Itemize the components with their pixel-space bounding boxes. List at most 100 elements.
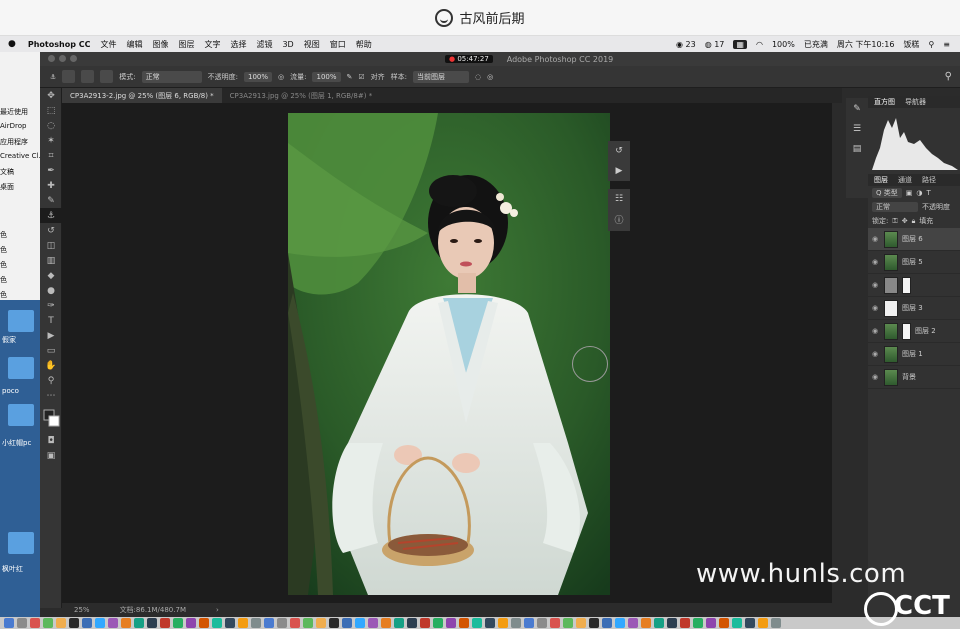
monitor-icon[interactable]: ▦ [733, 39, 747, 49]
dock-app-icon[interactable] [641, 618, 651, 628]
dock-app-icon[interactable] [329, 618, 339, 628]
adjustments-panel-icon[interactable]: ☰ [853, 124, 861, 134]
wechat-icon[interactable]: ◉ 23 [676, 40, 696, 49]
menu-window[interactable]: 窗口 [330, 39, 346, 50]
brush-preset-picker[interactable] [62, 70, 76, 83]
menu-edit[interactable]: 编辑 [126, 39, 142, 50]
marquee-tool-icon[interactable]: ⬚ [40, 103, 62, 118]
dock-app-icon[interactable] [394, 618, 404, 628]
menu-3d[interactable]: 3D [282, 40, 293, 49]
dock-app-icon[interactable] [758, 618, 768, 628]
hand-tool-icon[interactable]: ✋ [40, 358, 62, 373]
layer-row[interactable]: ◉ 图层 1 [868, 343, 960, 366]
layer-row[interactable]: ◉ 图层 2 [868, 320, 960, 343]
dock-app-icon[interactable] [693, 618, 703, 628]
stamp-tool-icon[interactable]: ⚓ [50, 73, 56, 81]
dock-app-icon[interactable] [550, 618, 560, 628]
dock-app-icon[interactable] [485, 618, 495, 628]
dock-app-icon[interactable] [108, 618, 118, 628]
visibility-eye-icon[interactable]: ◉ [872, 327, 880, 335]
layer-mask-thumbnail[interactable] [902, 276, 911, 294]
dock-app-icon[interactable] [147, 618, 157, 628]
dock-app-icon[interactable] [563, 618, 573, 628]
finder-item[interactable]: 色 [0, 275, 7, 285]
visibility-eye-icon[interactable]: ◉ [872, 281, 880, 289]
visibility-eye-icon[interactable]: ◉ [872, 304, 880, 312]
ignore-adjust-icon[interactable]: ◌ [475, 73, 481, 81]
dock-app-icon[interactable] [251, 618, 261, 628]
blur-tool-icon[interactable]: ◆ [40, 268, 62, 283]
align-checkbox[interactable]: ☑ [358, 73, 364, 81]
dock-app-icon[interactable] [602, 618, 612, 628]
crop-tool-icon[interactable]: ⌗ [40, 148, 62, 163]
menu-view[interactable]: 视图 [304, 39, 320, 50]
menu-app-name[interactable]: Photoshop CC [28, 40, 91, 49]
tab-layers[interactable]: 图层 [874, 175, 888, 185]
brush-tool-icon[interactable]: ✎ [40, 193, 62, 208]
qq-icon[interactable]: ◍ 17 [705, 40, 725, 49]
tab-document-2[interactable]: CP3A2913.jpg @ 25% (图层 1, RGB/8#) * [222, 88, 381, 103]
filter-type-icon[interactable]: T [926, 189, 930, 197]
dock-app-icon[interactable] [160, 618, 170, 628]
search-icon[interactable]: ⚲ [945, 71, 952, 82]
finder-item[interactable]: 色 [0, 230, 7, 240]
shape-tool-icon[interactable]: ▭ [40, 343, 62, 358]
dock-app-icon[interactable] [316, 618, 326, 628]
brush-panel-icon[interactable]: ✎ [853, 104, 861, 114]
path-select-tool-icon[interactable]: ▶ [40, 328, 62, 343]
dock-app-icon[interactable] [212, 618, 222, 628]
finder-item[interactable]: 应用程序 [0, 137, 28, 147]
filter-adjust-icon[interactable]: ◑ [916, 189, 922, 197]
clock[interactable]: 周六 下午10:16 [837, 39, 895, 50]
portrait-photo[interactable] [288, 113, 610, 595]
tab-histogram[interactable]: 直方图 [874, 97, 895, 107]
dock-app-icon[interactable] [56, 618, 66, 628]
flow-input[interactable]: 100% [312, 71, 341, 82]
dock-app-icon[interactable] [173, 618, 183, 628]
dock-app-icon[interactable] [303, 618, 313, 628]
color-swatches[interactable] [40, 403, 62, 433]
clone-source-icon[interactable] [100, 70, 114, 83]
dock-app-icon[interactable] [576, 618, 586, 628]
airbrush-icon[interactable]: ✎ [347, 73, 353, 81]
finder-item[interactable]: 色 [0, 245, 7, 255]
dock-app-icon[interactable] [225, 618, 235, 628]
finder-item[interactable]: 文稿 [0, 167, 14, 177]
dock-app-icon[interactable] [498, 618, 508, 628]
lasso-tool-icon[interactable]: ◌ [40, 118, 62, 133]
dock-app-icon[interactable] [381, 618, 391, 628]
tab-paths[interactable]: 路径 [922, 175, 936, 185]
pen-tool-icon[interactable]: ✑ [40, 298, 62, 313]
finder-item[interactable]: 色 [0, 260, 7, 270]
layer-row[interactable]: ◉ 图层 6 [868, 228, 960, 251]
dock-app-icon[interactable] [472, 618, 482, 628]
visibility-eye-icon[interactable]: ◉ [872, 258, 880, 266]
dodge-tool-icon[interactable]: ● [40, 283, 62, 298]
layer-row[interactable]: ◉ 图层 5 [868, 251, 960, 274]
minimize-button[interactable] [59, 55, 66, 62]
close-button[interactable] [48, 55, 55, 62]
dock-app-icon[interactable] [589, 618, 599, 628]
dock-app-icon[interactable] [459, 618, 469, 628]
dock-app-icon[interactable] [706, 618, 716, 628]
dock-app-icon[interactable] [30, 618, 40, 628]
lock-all-icon[interactable]: 🔒︎ [912, 217, 916, 226]
healing-tool-icon[interactable]: ✚ [40, 178, 62, 193]
pressure-opacity-icon[interactable]: ◎ [278, 73, 284, 81]
menu-filter[interactable]: 滤镜 [256, 39, 272, 50]
dock-app-icon[interactable] [680, 618, 690, 628]
dock-app-icon[interactable] [628, 618, 638, 628]
dock-app-icon[interactable] [277, 618, 287, 628]
wifi-icon[interactable]: ◠ [756, 40, 763, 49]
finder-item[interactable]: 桌面 [0, 182, 14, 192]
menu-image[interactable]: 图像 [152, 39, 168, 50]
user-name[interactable]: 饭糕 [903, 39, 919, 50]
pressure-size-icon[interactable]: ◎ [487, 73, 493, 81]
history-icon[interactable]: ↺ [615, 146, 623, 156]
finder-item[interactable]: Creative Cl... [0, 152, 45, 160]
menu-list-icon[interactable]: ≡ [943, 40, 950, 49]
menu-type[interactable]: 文字 [204, 39, 220, 50]
layer-row[interactable]: ◉ 图层 3 [868, 297, 960, 320]
type-tool-icon[interactable]: T [40, 313, 62, 328]
dock-app-icon[interactable] [446, 618, 456, 628]
